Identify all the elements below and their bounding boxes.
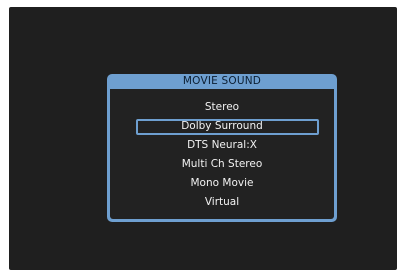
- menu-item-label: Multi Ch Stereo: [181, 158, 263, 170]
- tv-screen: MOVIE SOUND Stereo Dolby Surround DTS Ne…: [9, 7, 397, 270]
- menu-item-stereo[interactable]: Stereo: [110, 98, 334, 117]
- sound-mode-list: Stereo Dolby Surround DTS Neural:X Multi…: [110, 98, 334, 212]
- menu-title: MOVIE SOUND: [182, 75, 262, 87]
- menu-item-label: Mono Movie: [190, 177, 254, 189]
- menu-item-label: DTS Neural:X: [187, 139, 257, 151]
- menu-item-label: Virtual: [204, 196, 240, 208]
- menu-item-label: Dolby Surround: [181, 120, 263, 132]
- menu-item-virtual[interactable]: Virtual: [110, 193, 334, 212]
- menu-item-dolby-surround[interactable]: Dolby Surround: [110, 117, 334, 136]
- menu-item-mono-movie[interactable]: Mono Movie: [110, 174, 334, 193]
- menu-item-dts-neural-x[interactable]: DTS Neural:X: [110, 136, 334, 155]
- menu-body: Stereo Dolby Surround DTS Neural:X Multi…: [110, 89, 334, 219]
- movie-sound-menu: MOVIE SOUND Stereo Dolby Surround DTS Ne…: [107, 74, 337, 222]
- menu-item-label: Stereo: [204, 101, 240, 113]
- menu-item-multi-ch-stereo[interactable]: Multi Ch Stereo: [110, 155, 334, 174]
